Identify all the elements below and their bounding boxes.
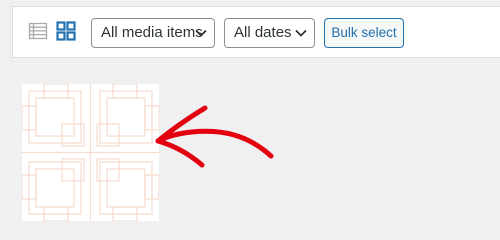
- list-view-icon[interactable]: [28, 21, 48, 41]
- media-toolbar: All media items All dates Bulk select: [12, 6, 500, 58]
- media-type-filter-value: All media items: [101, 24, 203, 41]
- grid-view-icon[interactable]: [56, 21, 76, 41]
- date-filter-value: All dates: [234, 24, 292, 41]
- red-arrow-annotation-icon: [155, 105, 274, 168]
- geometric-pattern-image: [21, 83, 160, 222]
- chevron-down-icon: [195, 29, 207, 37]
- date-filter[interactable]: All dates: [224, 18, 315, 48]
- media-library-page: All media items All dates Bulk select: [0, 0, 500, 237]
- media-type-filter[interactable]: All media items: [91, 18, 215, 48]
- media-item-thumbnail[interactable]: [21, 83, 160, 222]
- chevron-down-icon: [295, 29, 307, 37]
- bulk-select-button[interactable]: Bulk select: [324, 18, 404, 48]
